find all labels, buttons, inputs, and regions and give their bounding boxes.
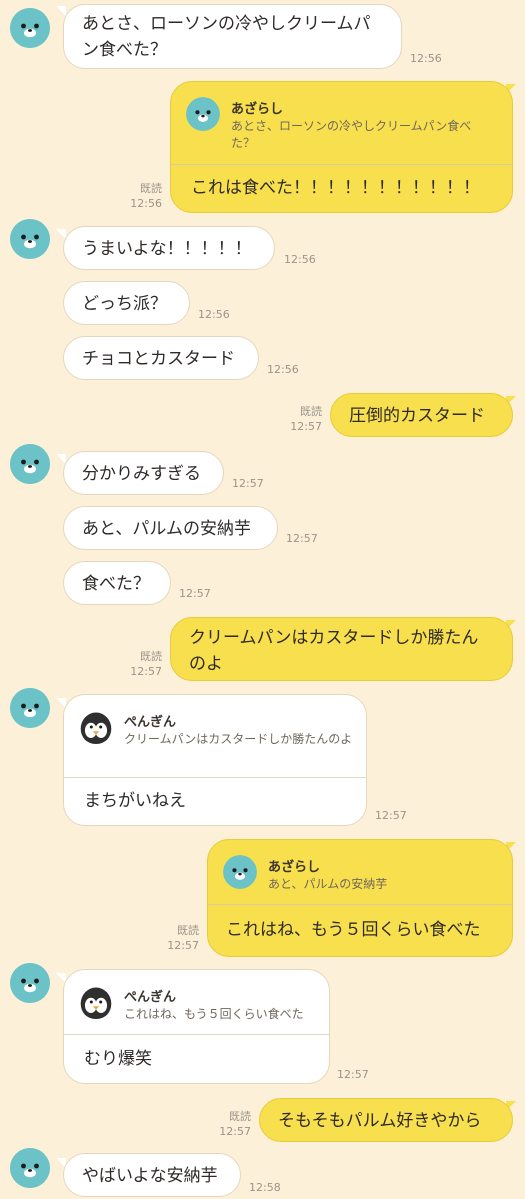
message-time: 12:57 <box>232 477 264 490</box>
seal-avatar-icon[interactable] <box>10 1148 50 1188</box>
message-time: 12:57 <box>167 939 199 952</box>
seal-avatar-icon <box>223 855 257 889</box>
message-bubble[interactable]: 圧倒的カスタード <box>330 393 513 437</box>
message-bubble[interactable]: あとさ、ローソンの冷やしクリームパン食べた？ <box>63 4 402 69</box>
message-time: 12:57 <box>219 1125 251 1138</box>
quoted-sender: あざらし <box>231 102 284 117</box>
read-label: 既読 <box>177 924 199 937</box>
message-time: 12:57 <box>375 809 407 822</box>
message-time: 12:57 <box>337 1068 369 1081</box>
message-text: まちがいねえ <box>84 791 186 811</box>
read-label: 既読 <box>140 182 162 195</box>
reply-bubble[interactable]: ぺんぎん クリームパンはカスタードしか勝たんのよ まちがいねえ <box>63 694 367 826</box>
read-label: 既読 <box>229 1110 251 1123</box>
quoted-text: クリームパンはカスタードしか勝たんのよ <box>124 732 353 746</box>
message-bubble[interactable]: どっち派？ <box>63 281 190 325</box>
seal-avatar-icon[interactable] <box>10 219 50 259</box>
reply-bubble[interactable]: あざらし あとさ、ローソンの冷やしクリームパン食べた？ これは食べた！！！！！！… <box>170 81 513 213</box>
quoted-text: あと、パルムの安納芋 <box>268 877 388 891</box>
message-text: これは食べた！！！！！！！！！！！ <box>191 178 480 198</box>
read-receipt: 既読 12:57 <box>217 1109 251 1139</box>
message-time: 12:56 <box>130 197 162 210</box>
quote-divider <box>64 1034 329 1035</box>
quoted-sender: あざらし <box>268 860 321 875</box>
reply-bubble[interactable]: あざらし あと、パルムの安納芋 これはね、もう５回くらい食べた <box>207 839 513 957</box>
message-bubble[interactable]: チョコとカスタード <box>63 336 259 380</box>
message-time: 12:57 <box>290 420 322 433</box>
message-bubble[interactable]: やばいよな安納芋 <box>63 1153 241 1197</box>
message-time: 12:56 <box>267 363 299 376</box>
message-text: むり爆笑 <box>84 1049 152 1069</box>
quoted-sender: ぺんぎん <box>124 715 177 730</box>
message-bubble[interactable]: あと、パルムの安納芋 <box>63 506 278 550</box>
message-time: 12:57 <box>130 665 162 678</box>
read-label: 既読 <box>140 650 162 663</box>
seal-avatar-icon[interactable] <box>10 688 50 728</box>
message-time: 12:58 <box>249 1181 281 1194</box>
message-time: 12:57 <box>179 587 211 600</box>
reply-bubble[interactable]: ぺんぎん これはね、もう５回くらい食べた むり爆笑 <box>63 969 330 1084</box>
penguin-avatar-icon <box>79 985 113 1019</box>
penguin-avatar-icon <box>79 710 113 744</box>
quoted-sender: ぺんぎん <box>124 990 177 1005</box>
quote-divider <box>171 164 512 165</box>
message-bubble[interactable]: そもそもパルム好きやから <box>259 1098 513 1142</box>
message-bubble[interactable]: うまいよな！！！！！ <box>63 226 275 270</box>
message-time: 12:56 <box>198 308 230 321</box>
message-time: 12:56 <box>410 52 442 65</box>
seal-avatar-icon <box>186 97 220 131</box>
read-receipt: 既読 12:57 <box>128 649 162 679</box>
message-bubble[interactable]: 食べた？ <box>63 561 171 605</box>
seal-avatar-icon[interactable] <box>10 444 50 484</box>
read-receipt: 既読 12:57 <box>165 923 199 953</box>
message-text: これはね、もう５回くらい食べた <box>226 920 481 940</box>
read-receipt: 既読 12:56 <box>128 181 162 211</box>
quoted-text: あとさ、ローソンの冷やしクリームパン食べた？ <box>231 119 472 150</box>
read-receipt: 既読 12:57 <box>288 404 322 434</box>
message-bubble[interactable]: クリームパンはカスタードしか勝たんのよ <box>170 617 513 681</box>
seal-avatar-icon[interactable] <box>10 963 50 1003</box>
quoted-text: これはね、もう５回くらい食べた <box>124 1007 304 1021</box>
message-time: 12:57 <box>286 532 318 545</box>
read-label: 既読 <box>300 405 322 418</box>
seal-avatar-icon[interactable] <box>10 8 50 48</box>
bubble-tail <box>56 6 66 16</box>
message-time: 12:56 <box>284 253 316 266</box>
message-bubble[interactable]: 分かりみすぎる <box>63 451 224 495</box>
quote-divider <box>208 904 512 905</box>
quote-divider <box>64 777 366 778</box>
